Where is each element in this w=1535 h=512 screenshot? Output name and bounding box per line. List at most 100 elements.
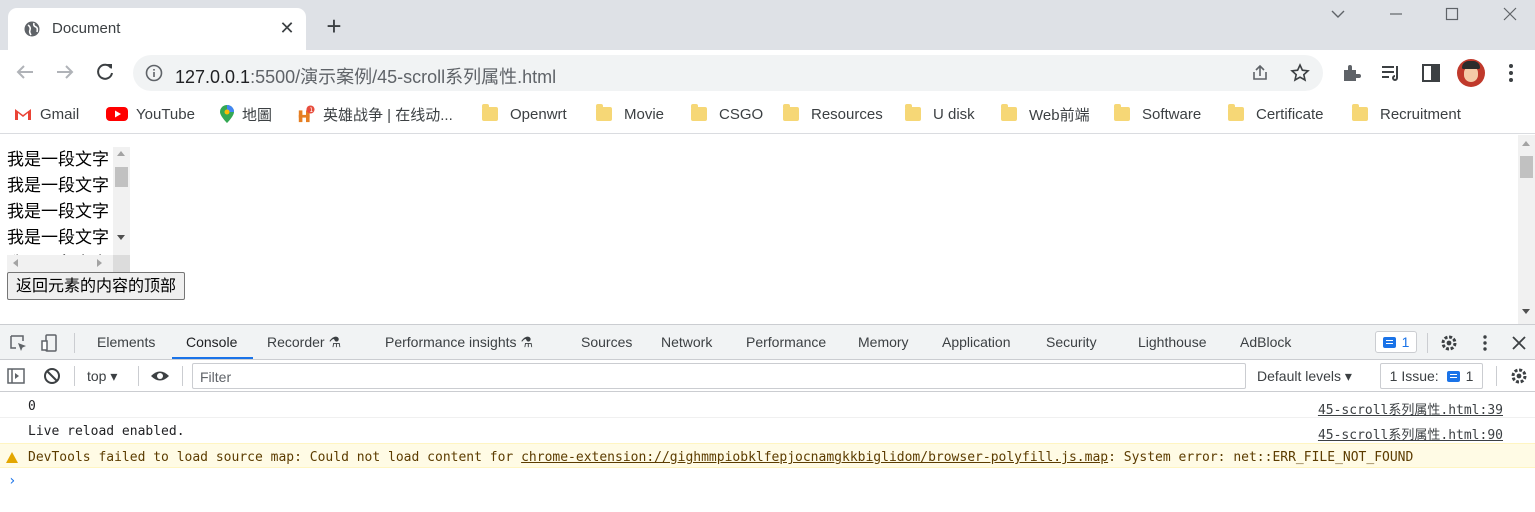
tab-lighthouse[interactable]: Lighthouse [1138,334,1207,350]
bookmark-maps[interactable]: 地圖 [220,102,272,126]
reading-list-icon[interactable] [1380,62,1402,84]
extensions-icon[interactable] [1340,62,1362,84]
new-tab-button[interactable]: + [323,13,345,39]
inspect-element-icon[interactable] [8,333,28,353]
page-scrollbar-thumb[interactable] [1520,156,1533,178]
close-window-button[interactable] [1495,6,1525,28]
bookmark-game[interactable]: 1 英雄战争 | 在线动... [297,102,453,126]
bookmark-folder-movie[interactable]: Movie [596,102,664,126]
issues-badge[interactable]: 1 [1375,331,1417,353]
bookmark-folder-recruitment[interactable]: Recruitment [1352,102,1461,126]
gmail-icon [15,109,31,120]
device-toolbar-icon[interactable] [40,333,60,353]
forward-button[interactable] [53,61,77,85]
scroll-up-arrow-icon[interactable] [117,151,125,156]
bookmark-youtube[interactable]: YouTube [106,102,195,126]
issues-counter-button[interactable]: 1 Issue: 1 [1380,363,1483,389]
separator [1427,333,1428,353]
console-filter-input[interactable]: Filter [192,363,1246,389]
close-devtools-icon[interactable] [1509,333,1529,353]
console-warning: DevTools failed to load source map: Coul… [0,443,1535,468]
horizontal-scrollbar[interactable] [7,255,113,272]
reload-button[interactable] [93,61,117,85]
forward-arrow-icon [57,65,74,79]
share-icon[interactable] [1250,63,1270,83]
menu-kebab-icon[interactable] [1500,62,1522,84]
tab-strip: Document ✕ + [0,0,1535,50]
url-text: 127.0.0.1:5500/演示案例/45-scroll系列属性.html [175,67,557,87]
log-levels-dropdown[interactable]: Default levels ▾ [1257,368,1352,385]
tab-console[interactable]: Console [186,334,237,350]
bookmark-folder-csgo[interactable]: CSGO [691,102,763,126]
scrollbar-corner [113,255,130,272]
minimize-button[interactable] [1381,6,1411,28]
tab-performance-insights[interactable]: Performance insights ⚗ [385,334,533,351]
vertical-scrollbar[interactable] [113,147,130,255]
warning-icon [6,452,18,463]
tab-document[interactable]: Document ✕ [8,8,306,50]
bookmark-folder-openwrt[interactable]: Openwrt [482,102,567,126]
bookmark-folder-certificate[interactable]: Certificate [1228,102,1324,126]
folder-icon [905,104,921,121]
devtools-panel: Elements Console Recorder ⚗ Performance … [0,324,1535,512]
tab-security[interactable]: Security [1046,334,1097,350]
scrollbar-thumb[interactable] [115,167,128,187]
source-link[interactable]: 45-scroll系列属性.html:90 [1318,424,1503,443]
tab-recorder[interactable]: Recorder ⚗ [267,334,341,351]
console-settings-gear-icon[interactable] [1509,366,1529,386]
youtube-icon [106,107,128,121]
bookmark-folder-software[interactable]: Software [1114,102,1201,126]
toolbar: 127.0.0.1:5500/演示案例/45-scroll系列属性.html [0,50,1535,96]
bookmark-star-icon[interactable] [1290,63,1310,83]
side-panel-icon[interactable] [1420,62,1442,84]
bookmark-folder-udisk[interactable]: U disk [905,102,975,126]
browser-window: Document ✕ + 127.0.0.1:5500/演示案例/45-scro… [0,0,1535,512]
site-info-icon[interactable] [145,64,163,82]
scroll-left-arrow-icon[interactable] [13,259,18,267]
console-prompt[interactable]: › [0,468,1535,493]
source-link[interactable]: 45-scroll系列属性.html:39 [1318,399,1503,418]
address-bar[interactable]: 127.0.0.1:5500/演示案例/45-scroll系列属性.html [133,55,1323,91]
scroll-text: 我是一段文字 我是一段文字 我是一段文字 我是一段文字 我是一段文字 我是一段文… [7,150,109,255]
settings-gear-icon[interactable] [1439,333,1459,353]
maximize-button[interactable] [1437,6,1467,28]
globe-icon [24,21,40,37]
tab-network[interactable]: Network [661,334,712,350]
profile-avatar[interactable] [1457,59,1485,87]
bookmark-folder-web[interactable]: Web前端 [1001,102,1090,126]
devtools-menu-icon[interactable] [1475,333,1495,353]
page-vertical-scrollbar[interactable] [1518,135,1535,324]
bookmark-gmail[interactable]: Gmail [14,102,79,126]
tab-adblock[interactable]: AdBlock [1240,334,1291,350]
clear-console-icon[interactable] [42,366,62,386]
page-scroll-down-arrow-icon[interactable] [1522,309,1530,314]
context-selector[interactable]: top ▾ [87,368,117,385]
tab-search-chevron-icon[interactable] [1323,6,1353,28]
tab-application[interactable]: Application [942,334,1011,350]
separator [182,366,183,386]
tab-sources[interactable]: Sources [581,334,632,350]
console-toolbar: top ▾ Filter Default levels ▾ 1 Issue: 1 [0,360,1535,392]
tab-close-icon[interactable]: ✕ [278,19,296,37]
folder-icon [783,104,799,121]
reload-icon [97,63,113,80]
bookmarks-bar: Gmail YouTube 地圖 1 英雄战争 | 在线动... Openwrt… [0,96,1535,134]
folder-icon [482,104,498,121]
game-icon: 1 [298,105,315,123]
live-expression-eye-icon[interactable] [150,366,170,386]
tab-performance[interactable]: Performance [746,334,826,350]
scroll-to-top-button[interactable]: 返回元素的内容的顶部 [7,272,186,300]
back-button[interactable] [13,61,37,85]
bookmark-folder-resources[interactable]: Resources [783,102,883,126]
scroll-container[interactable]: 我是一段文字 我是一段文字 我是一段文字 我是一段文字 我是一段文字 我是一段文… [7,147,132,272]
page-scroll-up-arrow-icon[interactable] [1522,141,1530,146]
scroll-right-arrow-icon[interactable] [97,259,102,267]
separator [74,333,75,353]
sidebar-toggle-icon[interactable] [6,366,26,386]
tab-memory[interactable]: Memory [858,334,909,350]
folder-icon [596,104,612,121]
tab-elements[interactable]: Elements [97,334,155,350]
folder-icon [1001,104,1017,121]
source-map-link[interactable]: chrome-extension://gighmmpiobklfepjocnam… [521,450,1108,465]
scroll-down-arrow-icon[interactable] [117,235,125,240]
